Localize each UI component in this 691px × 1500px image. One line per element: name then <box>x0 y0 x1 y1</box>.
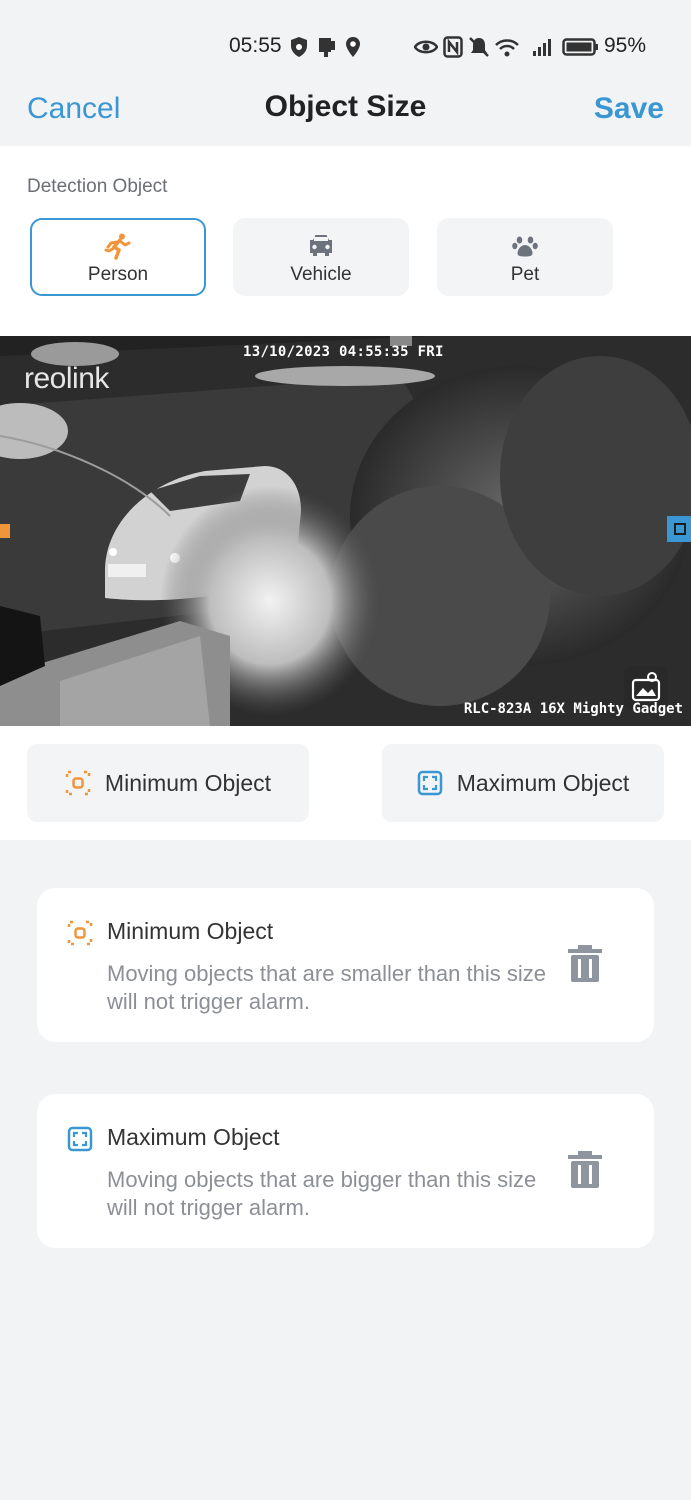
trash-icon[interactable] <box>567 1150 603 1190</box>
maximum-object-card-description: Moving objects that are bigger than this… <box>107 1167 537 1220</box>
maximum-object-button[interactable]: Maximum Object <box>382 744 664 822</box>
camera-timestamp: 13/10/2023 04:55:35 FRI <box>243 344 444 360</box>
minimum-object-card-title: Minimum Object <box>107 918 274 944</box>
camera-logo: reolink <box>24 362 109 395</box>
maximum-object-button-label: Maximum Object <box>456 769 630 796</box>
camera-model-label: RLC-823A 16X Mighty Gadget <box>463 701 683 717</box>
maximum-object-card-title: Maximum Object <box>107 1124 280 1150</box>
car-icon <box>233 232 409 260</box>
paw-icon <box>437 232 613 260</box>
phone-icon <box>319 38 335 57</box>
minimum-object-icon <box>65 770 91 796</box>
minimum-object-button[interactable]: Minimum Object <box>27 744 309 822</box>
maximum-object-icon <box>417 770 442 796</box>
maximum-object-marker[interactable] <box>667 516 691 542</box>
pet-label: Pet <box>510 264 540 285</box>
battery-percent: 95% <box>604 34 647 57</box>
running-person-icon <box>32 232 204 260</box>
minimum-object-marker[interactable] <box>0 524 10 538</box>
battery-icon <box>562 38 598 56</box>
person-label: Person <box>87 264 149 285</box>
maximum-object-icon <box>67 1126 93 1152</box>
signal-icon <box>533 39 551 56</box>
vehicle-label: Vehicle <box>290 264 352 285</box>
status-time: 05:55 <box>229 34 282 57</box>
vehicle-button[interactable]: Vehicle <box>233 218 409 296</box>
nav-bar: Cancel Object Size Save <box>0 76 691 146</box>
shield-icon <box>291 37 307 57</box>
detection-object-label: Detection Object <box>27 176 168 197</box>
save-button[interactable]: Save <box>594 92 664 126</box>
minimum-object-card: Minimum Object Moving objects that are s… <box>37 888 654 1042</box>
minimum-object-icon <box>67 920 93 946</box>
minimum-object-button-label: Minimum Object <box>104 769 272 796</box>
eye-icon <box>414 40 438 54</box>
nfc-icon <box>443 36 463 58</box>
person-button[interactable]: Person <box>30 218 206 296</box>
trash-icon[interactable] <box>567 944 603 984</box>
mute-icon <box>469 37 489 57</box>
minimum-object-card-description: Moving objects that are smaller than thi… <box>107 961 546 1014</box>
maximum-object-card: Maximum Object Moving objects that are b… <box>37 1094 654 1248</box>
camera-preview[interactable]: 13/10/2023 04:55:35 FRI reolink RLC-823A… <box>0 336 691 726</box>
detection-object-section: Detection Object Person Vehicle Pet <box>0 146 691 336</box>
pet-button[interactable]: Pet <box>437 218 613 296</box>
page-title: Object Size <box>264 90 427 123</box>
object-size-buttons: Minimum Object Maximum Object <box>0 726 691 840</box>
location-icon <box>346 37 360 57</box>
wifi-icon <box>495 39 519 57</box>
